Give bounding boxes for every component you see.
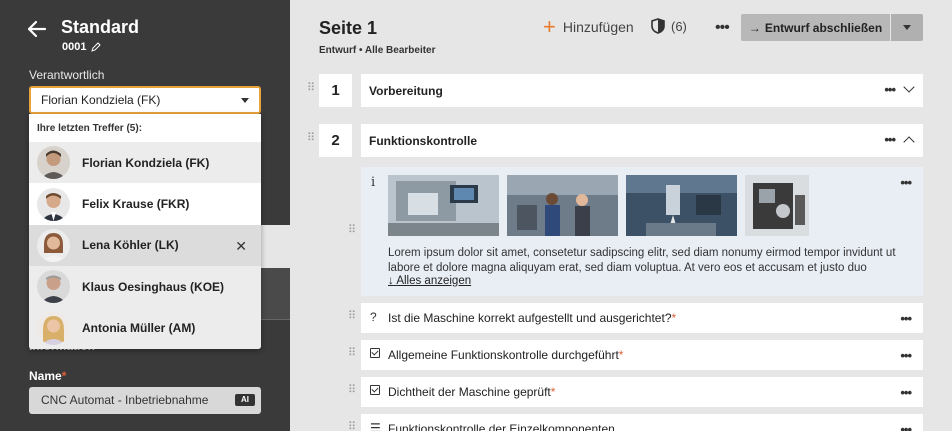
document-title: Standard	[61, 17, 140, 37]
question-row[interactable]: ☰ Funktionskontrolle der Einzelkomponent…	[361, 414, 923, 431]
dropdown-option[interactable]: Antonia Müller (AM)	[29, 307, 261, 349]
section-header[interactable]: Vorbereitung •••	[361, 74, 923, 107]
chevron-down-icon[interactable]	[903, 81, 915, 93]
media-card: i ••• Lorem ipsum dolor sit amet, conset…	[361, 167, 923, 296]
section-title: Vorbereitung	[369, 84, 443, 98]
sidebar-section-band	[261, 268, 290, 320]
drag-handle-icon[interactable]: ⠿	[348, 311, 356, 322]
dropdown-option[interactable]: Florian Kondziela (FK)	[29, 142, 261, 184]
name-label-text: Name	[29, 369, 62, 383]
name-label: Name*	[29, 369, 66, 383]
dropdown-option-selected[interactable]: Lena Köhler (LK) ✕	[29, 224, 261, 267]
more-options-icon[interactable]: •••	[900, 311, 912, 326]
page-title: Seite 1	[319, 18, 378, 38]
add-button[interactable]: + Hinzufügen	[543, 14, 634, 39]
add-button-label: Hinzufügen	[562, 19, 634, 35]
checkbox-icon	[370, 347, 381, 361]
required-marker: *	[618, 348, 624, 362]
dropdown-option-label: Lena Köhler (LK)	[82, 238, 179, 253]
section-title: Funktionskontrolle	[369, 134, 477, 148]
document-code: 0001	[62, 41, 102, 53]
question-text: Ist die Maschine korrekt aufgestellt und…	[388, 311, 672, 325]
responsible-select-value: Florian Kondziela (FK)	[41, 93, 161, 107]
list-icon: ☰	[370, 421, 381, 431]
section-number: 1	[319, 74, 352, 107]
more-options-icon[interactable]: •••	[884, 132, 896, 147]
more-options-icon[interactable]: •••	[884, 82, 896, 97]
responsible-label: Verantwortlich	[29, 68, 105, 82]
name-input[interactable]: CNC Automat - Inbetriebnahme AI	[29, 387, 261, 414]
main-content: Seite 1 Entwurf • Alle Bearbeiter + Hinz…	[290, 0, 952, 431]
dropdown-option[interactable]: Felix Krause (FKR)	[29, 183, 261, 224]
chevron-up-icon[interactable]	[903, 136, 915, 148]
caret-down-icon	[241, 98, 249, 103]
dropdown-option-label: Florian Kondziela (FK)	[82, 155, 210, 170]
show-all-label: Alles anzeigen	[396, 275, 472, 287]
image-thumbnail[interactable]	[388, 175, 499, 236]
more-options-icon[interactable]: •••	[900, 175, 912, 190]
shield-count: (6)	[671, 18, 687, 34]
question-row[interactable]: Allgemeine Funktionskontrolle durchgefüh…	[361, 340, 923, 370]
responsible-dropdown: Ihre letzten Treffer (5): Florian Kondzi…	[29, 114, 261, 349]
back-arrow-icon[interactable]	[26, 18, 48, 40]
question-text: Dichtheit der Maschine geprüft	[388, 385, 551, 399]
question-text: Allgemeine Funktionskontrolle durchgefüh…	[388, 348, 619, 362]
dropdown-option[interactable]: Klaus Oesinghaus (KOE)	[29, 266, 261, 308]
avatar	[37, 228, 70, 262]
drag-handle-icon[interactable]: ⠿	[348, 225, 356, 236]
avatar	[37, 270, 70, 304]
sidebar-panel-edge	[261, 225, 290, 268]
dropdown-option-label: Felix Krause (FKR)	[82, 197, 190, 212]
shield-button[interactable]: (6)	[651, 18, 687, 34]
more-options-icon[interactable]: •••	[900, 385, 912, 400]
checkbox-icon	[370, 384, 381, 398]
page-status: Entwurf • Alle Bearbeiter	[319, 45, 436, 56]
drag-handle-icon[interactable]: ⠿	[348, 422, 356, 431]
dropdown-option-label: Antonia Müller (AM)	[82, 321, 196, 336]
responsible-select[interactable]: Florian Kondziela (FK)	[29, 86, 261, 114]
drag-handle-icon[interactable]: ⠿	[307, 133, 315, 144]
drag-handle-icon[interactable]: ⠿	[348, 348, 356, 359]
shield-icon	[651, 18, 665, 34]
avatar	[37, 311, 70, 345]
finish-draft-button[interactable]: → Entwurf abschließen	[741, 14, 890, 41]
arrow-down-icon: ↓	[388, 275, 394, 287]
question-text: Funktionskontrolle der Einzelkomponenten	[388, 422, 615, 431]
finish-draft-label: Entwurf abschließen	[764, 20, 883, 35]
question-row[interactable]: ? Ist die Maschine korrekt aufgestellt u…	[361, 303, 923, 333]
question-mark-icon: ?	[370, 310, 377, 324]
close-icon[interactable]: ✕	[235, 238, 247, 255]
show-all-link[interactable]: ↓ Alles anzeigen	[388, 275, 471, 287]
section-number: 2	[319, 124, 352, 157]
image-thumbnail[interactable]	[745, 175, 809, 236]
image-thumbnail[interactable]	[507, 175, 618, 236]
editors-text[interactable]: Alle Bearbeiter	[365, 45, 436, 56]
required-marker: *	[61, 369, 67, 383]
required-marker: *	[550, 385, 556, 399]
avatar	[37, 146, 70, 180]
status-text: Entwurf	[319, 45, 357, 56]
media-description: Lorem ipsum dolor sit amet, consetetur s…	[388, 247, 896, 274]
document-code-text: 0001	[62, 41, 87, 53]
info-icon: i	[371, 175, 376, 190]
section-header[interactable]: Funktionskontrolle •••	[361, 124, 923, 157]
avatar	[37, 187, 70, 221]
arrow-right-icon: →	[748, 20, 761, 35]
question-row[interactable]: Dichtheit der Maschine geprüft* •••	[361, 377, 923, 407]
more-options-icon[interactable]: •••	[900, 348, 912, 363]
drag-handle-icon[interactable]: ⠿	[348, 385, 356, 396]
name-input-value: CNC Automat - Inbetriebnahme	[41, 393, 209, 407]
dropdown-option-label: Klaus Oesinghaus (KOE)	[82, 279, 225, 294]
dropdown-header: Ihre letzten Treffer (5):	[37, 123, 143, 134]
required-marker: *	[671, 311, 677, 325]
more-options-icon[interactable]: •••	[715, 19, 730, 37]
finish-dropdown-button[interactable]	[891, 14, 923, 41]
ai-translate-icon[interactable]: AI	[235, 394, 255, 406]
plus-icon: +	[543, 14, 556, 39]
drag-handle-icon[interactable]: ⠿	[307, 83, 315, 94]
more-options-icon[interactable]: •••	[900, 422, 912, 431]
pencil-icon[interactable]	[91, 42, 102, 52]
image-thumbnail[interactable]	[626, 175, 737, 236]
